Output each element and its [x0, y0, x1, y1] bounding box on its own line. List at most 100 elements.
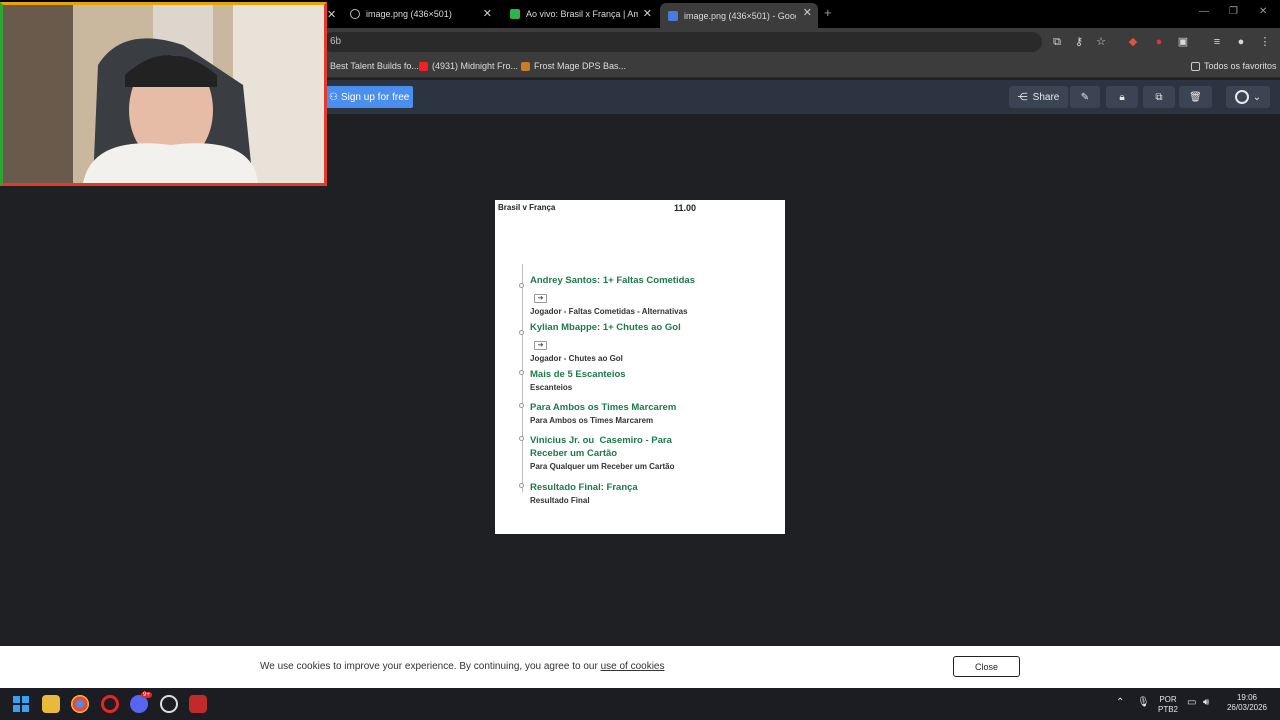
timeline-dot: [519, 283, 524, 288]
close-icon[interactable]: ✕: [643, 7, 652, 20]
signup-label: Sign up for free: [340, 91, 410, 103]
selection-name: Mais de 5 Escanteios: [530, 369, 626, 380]
timeline-dot: [519, 403, 524, 408]
account-icon: [1234, 90, 1249, 104]
app-icon: [668, 10, 678, 21]
cookie-close-button[interactable]: Close: [953, 656, 1020, 677]
edit-button[interactable]: ✎: [1070, 86, 1100, 108]
extension-red-icon[interactable]: ◆: [1126, 35, 1140, 49]
windows-start-icon[interactable]: [12, 695, 30, 713]
address-text: 6b: [330, 36, 342, 47]
lock-button[interactable]: 🔒︎: [1106, 86, 1138, 108]
share-button[interactable]: ⋲ Share: [1009, 86, 1068, 108]
timeline-line: [522, 264, 523, 492]
bet-slip-image: Brasil v França 11.00 Andrey Santos: 1+ …: [495, 200, 785, 534]
folder-icon: [1191, 61, 1200, 71]
profile-icon[interactable]: ●: [1234, 35, 1248, 49]
trash-icon: 🗑︎: [1189, 91, 1202, 103]
share-label: Share: [1032, 91, 1060, 103]
selection-market: Escanteios: [530, 383, 573, 392]
selection-item: Para Ambos os Times Marcarem Para Ambos …: [519, 401, 720, 425]
app-icon[interactable]: [160, 695, 178, 713]
language-indicator[interactable]: POR PTB2: [1157, 695, 1179, 715]
bookmark-midnight[interactable]: (4931) Midnight Fro...: [419, 61, 518, 71]
timeline-dot: [519, 436, 524, 441]
chrome-icon[interactable]: [71, 695, 89, 713]
maximize-button[interactable]: ❐: [1229, 6, 1238, 17]
bookmark-frost-mage[interactable]: Frost Mage DPS Bas...: [521, 61, 626, 71]
taskbar: 9+ ⌃ 🎙︎ POR PTB2 ▭ 🔊︎ 19:06 26/03/2026: [0, 688, 1280, 720]
close-icon[interactable]: ✕: [483, 7, 492, 20]
star-icon[interactable]: ☆: [1094, 35, 1108, 49]
minimize-button[interactable]: —: [1199, 6, 1209, 17]
address-bar[interactable]: 6b: [322, 32, 1042, 52]
arrow-tag-icon: ➔: [534, 294, 547, 303]
key-icon[interactable]: ⚷: [1072, 35, 1086, 49]
selection-market: Para Qualquer um Receber um Cartão: [530, 462, 675, 471]
extension-badge-icon[interactable]: ●: [1152, 35, 1166, 49]
tab-image-1[interactable]: image.png (436×501) ✕: [340, 4, 498, 24]
selection-name: Vinicius Jr. ou Casemiro - Para Receber …: [530, 435, 675, 459]
match-title: Brasil v França: [498, 203, 556, 212]
bookmark-talent-builds[interactable]: Best Talent Builds fo...: [330, 61, 419, 71]
globe-icon: [350, 9, 360, 19]
site-icon: [521, 61, 530, 71]
bookmark-label: (4931) Midnight Fro...: [432, 61, 519, 71]
selection-name: Kylian Mbappe: 1+ Chutes ao Gol: [530, 322, 681, 333]
cookie-text: We use cookies to improve your experienc…: [260, 661, 665, 672]
file-explorer-icon[interactable]: [42, 695, 60, 713]
copy-icon: ⧉: [1155, 91, 1163, 103]
signup-button[interactable]: ⚇ Sign up for free: [325, 86, 413, 108]
pencil-icon: ✎: [1080, 91, 1090, 103]
discord-badge: 9+: [141, 692, 152, 698]
tab-image-active[interactable]: image.png (436×501) - Google ✕: [660, 3, 818, 28]
lock-icon: 🔒︎: [1119, 91, 1125, 103]
cookie-banner: We use cookies to improve your experienc…: [0, 646, 1280, 688]
selection-market: Jogador - Chutes ao Gol: [530, 354, 623, 363]
keyboard-layout: PTB2: [1157, 705, 1178, 714]
arrow-tag-icon: ➔: [534, 341, 547, 350]
install-icon[interactable]: ⧉: [1050, 35, 1064, 49]
puzzle-icon[interactable]: ▣: [1176, 35, 1190, 49]
tab-close-partial[interactable]: ✕: [327, 4, 336, 24]
selection-name: Andrey Santos: 1+ Faltas Cometidas: [530, 275, 695, 286]
copy-button[interactable]: ⧉: [1143, 86, 1175, 108]
all-bookmarks[interactable]: Todos os favoritos: [1191, 61, 1277, 71]
total-odds: 11.00: [674, 203, 697, 213]
chevron-up-icon[interactable]: ⌃: [1116, 698, 1124, 708]
timeline-dot: [519, 483, 524, 488]
clock-time: 19:06: [1236, 693, 1258, 702]
language-code: POR: [1159, 695, 1177, 704]
chevron-down-icon: ⌄: [1252, 91, 1262, 103]
clock[interactable]: 19:06 26/03/2026: [1222, 693, 1272, 713]
menu-icon[interactable]: ⋮: [1258, 35, 1272, 49]
close-window-button[interactable]: ✕: [1259, 6, 1267, 17]
media-icon[interactable]: ≡: [1210, 35, 1224, 49]
site-icon: [510, 9, 520, 19]
youtube-icon: [419, 61, 428, 71]
selection-name: Para Ambos os Times Marcarem: [530, 402, 677, 413]
volume-icon[interactable]: 🔊︎: [1203, 698, 1209, 708]
new-tab-button[interactable]: +: [824, 5, 832, 20]
timeline-dot: [519, 370, 524, 375]
tab-live-match[interactable]: Ao vivo: Brasil x França | Amisto ✕: [500, 4, 658, 24]
selection-item: Andrey Santos: 1+ Faltas Cometidas ➔ Jog…: [519, 274, 720, 316]
cookie-policy-link[interactable]: use of cookies: [601, 661, 665, 672]
selection-name: Resultado Final: França: [530, 482, 638, 493]
account-button[interactable]: ⌄: [1226, 86, 1270, 108]
webcam-overlay: [0, 2, 327, 186]
app-red-icon[interactable]: [189, 695, 207, 713]
bookmark-label: Best Talent Builds fo...: [330, 61, 419, 71]
close-icon[interactable]: ✕: [803, 6, 812, 19]
user-plus-icon: ⚇: [329, 91, 338, 103]
delete-button[interactable]: 🗑︎: [1179, 86, 1212, 108]
bookmark-label: Frost Mage DPS Bas...: [534, 61, 627, 71]
selection-item: Kylian Mbappe: 1+ Chutes ao Gol ➔ Jogado…: [519, 321, 720, 363]
tab-title: image.png (436×501): [366, 9, 452, 19]
network-icon[interactable]: ▭: [1187, 698, 1196, 708]
share-icon: ⋲: [1017, 91, 1028, 103]
microphone-icon[interactable]: 🎙︎: [1137, 698, 1150, 708]
selection-item: Vinicius Jr. ou Casemiro - Para Receber …: [519, 434, 700, 471]
opera-icon[interactable]: [101, 695, 119, 713]
selection-market: Jogador - Faltas Cometidas - Alternativa…: [530, 307, 688, 316]
